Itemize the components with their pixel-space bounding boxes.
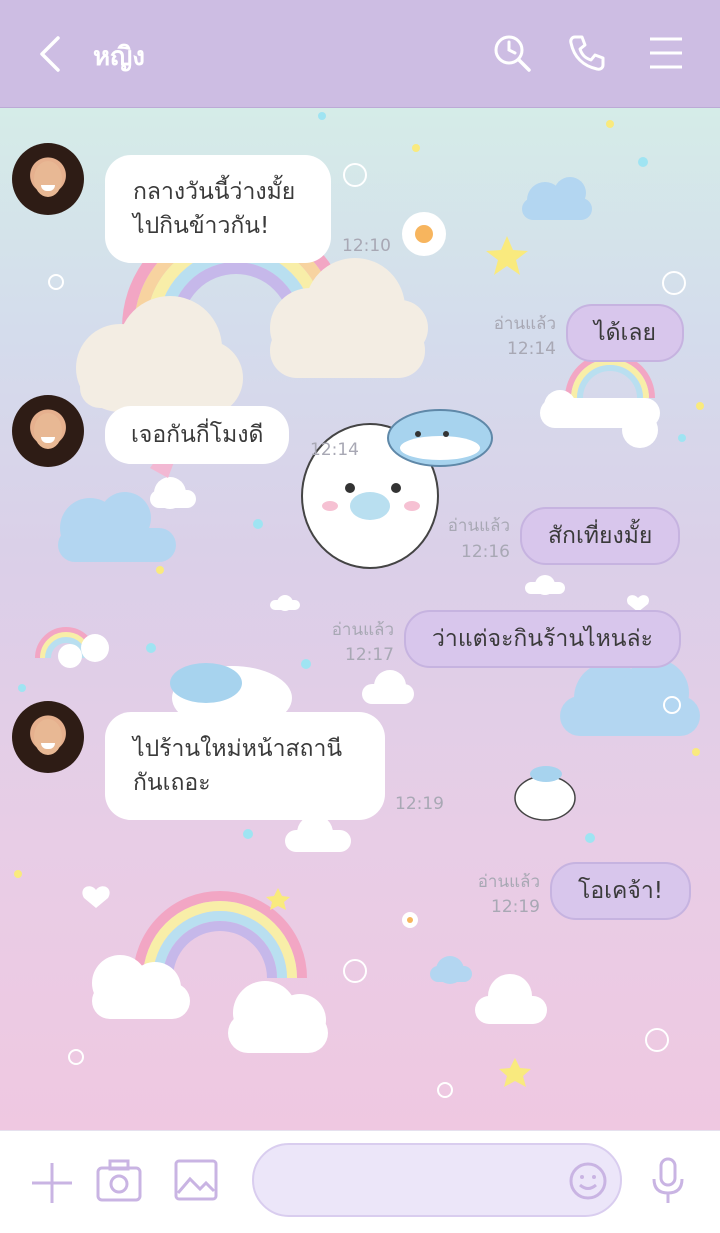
camera-icon[interactable]: [96, 1159, 142, 1203]
message-text: กลางวันนี้ว่างมั้ย: [133, 179, 296, 205]
message-text: กันเถอะ: [133, 770, 211, 796]
message-text: โอเคจ้า!: [578, 878, 664, 904]
read-receipt: อ่านแล้ว: [477, 872, 540, 892]
contact-name[interactable]: หญิง: [93, 36, 145, 77]
message-text: สักเที่ยงมั้ย: [548, 523, 653, 549]
message-bubble-outgoing[interactable]: สักเที่ยงมั้ย: [520, 507, 681, 565]
avatar[interactable]: [12, 701, 84, 773]
back-icon[interactable]: [36, 34, 72, 74]
message-time: 12:17: [345, 645, 394, 665]
message-composer: [0, 1130, 720, 1233]
message-time: 12:14: [310, 440, 359, 460]
message-input[interactable]: [278, 1159, 562, 1201]
read-receipt: อ่านแล้ว: [447, 516, 510, 536]
search-history-icon[interactable]: [492, 33, 532, 73]
message-bubble-outgoing[interactable]: ได้เลย: [566, 304, 684, 362]
message-text: ได้เลย: [594, 320, 656, 346]
message-input-box[interactable]: [252, 1143, 622, 1217]
message-time: 12:10: [342, 236, 391, 256]
message-bubble-outgoing[interactable]: โอเคจ้า!: [550, 862, 692, 920]
message-text: ไปร้านใหม่หน้าสถานี: [133, 736, 343, 762]
read-receipt: อ่านแล้ว: [331, 620, 394, 640]
message-time: 12:14: [507, 339, 556, 359]
message-time: 12:19: [395, 794, 444, 814]
menu-icon[interactable]: [646, 33, 686, 73]
emoji-icon[interactable]: [568, 1161, 608, 1201]
mic-icon[interactable]: [650, 1157, 686, 1205]
chat-area[interactable]: กลางวันนี้ว่างมั้ย ไปกินข้าวกัน! 12:10 อ…: [0, 108, 720, 1130]
phone-icon[interactable]: [567, 33, 607, 73]
avatar[interactable]: [12, 143, 84, 215]
message-text: ว่าแต่จะกินร้านไหนล่ะ: [432, 626, 653, 652]
message-bubble-incoming[interactable]: กลางวันนี้ว่างมั้ย ไปกินข้าวกัน!: [105, 155, 331, 263]
chat-header: หญิง: [0, 0, 720, 108]
plus-icon[interactable]: [30, 1161, 74, 1205]
image-icon[interactable]: [174, 1159, 218, 1201]
avatar[interactable]: [12, 395, 84, 467]
message-time: 12:19: [491, 897, 540, 917]
message-text: ไปกินข้าวกัน!: [133, 213, 270, 239]
message-bubble-incoming[interactable]: เจอกันกี่โมงดี: [105, 406, 290, 464]
read-receipt: อ่านแล้ว: [493, 314, 556, 334]
message-bubble-incoming[interactable]: ไปร้านใหม่หน้าสถานี กันเถอะ: [105, 712, 385, 820]
message-text: เจอกันกี่โมงดี: [131, 422, 264, 448]
message-bubble-outgoing[interactable]: ว่าแต่จะกินร้านไหนล่ะ: [404, 610, 681, 668]
message-time: 12:16: [461, 542, 510, 562]
